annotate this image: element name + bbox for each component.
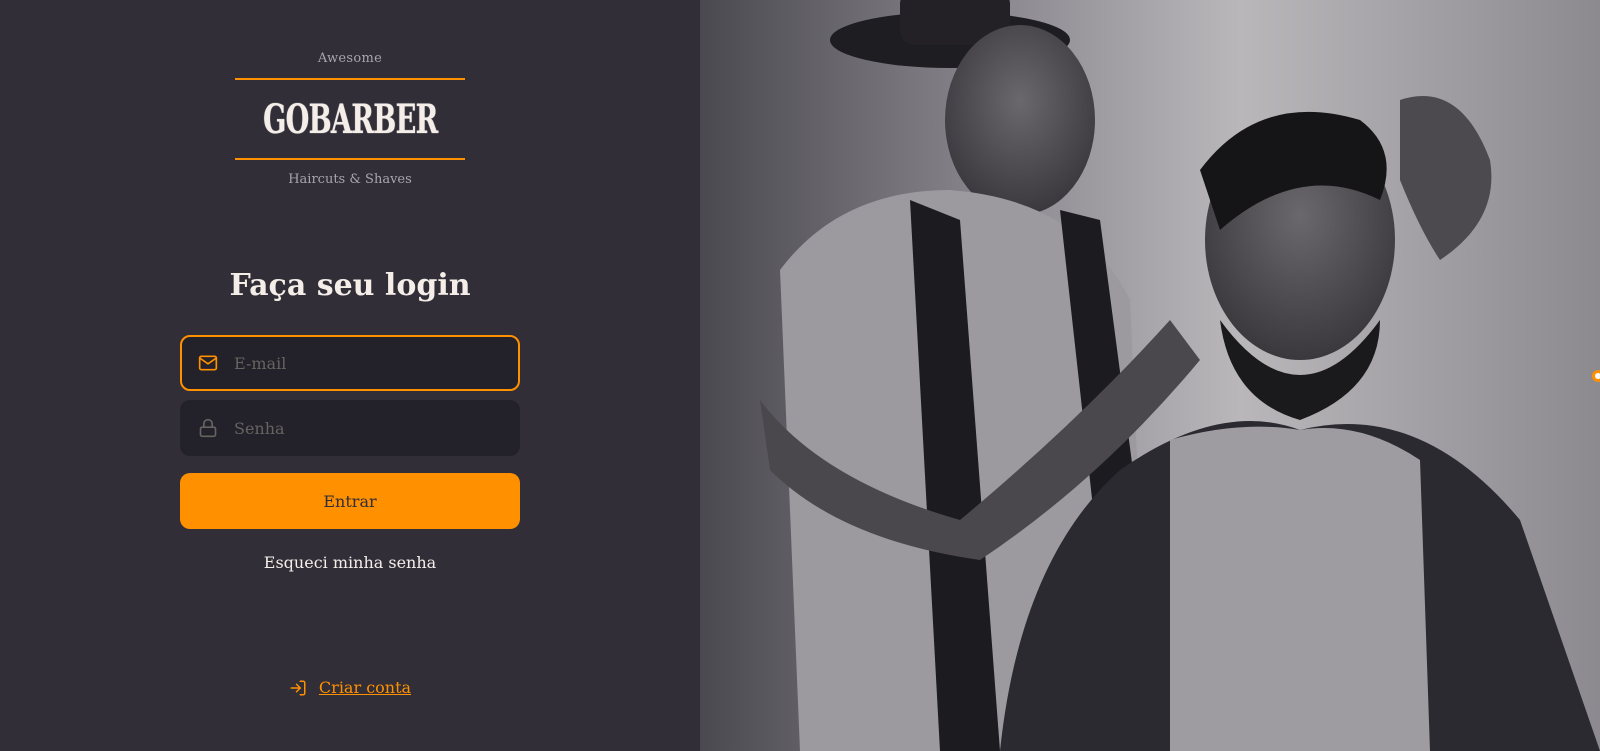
email-field[interactable] bbox=[180, 335, 520, 391]
logo-top-text: Awesome bbox=[317, 51, 383, 66]
forgot-password-link[interactable]: Esqueci minha senha bbox=[180, 553, 520, 572]
create-account-label: Criar conta bbox=[318, 678, 412, 697]
logo-brand-row: GOBARBER bbox=[235, 80, 465, 158]
log-in-icon bbox=[290, 680, 306, 695]
barber-photo bbox=[700, 0, 1600, 751]
password-field[interactable] bbox=[180, 400, 520, 456]
barber-background-image bbox=[700, 0, 1600, 751]
lock-icon bbox=[198, 418, 218, 438]
password-input[interactable] bbox=[234, 418, 502, 438]
mail-icon bbox=[198, 353, 218, 373]
login-panel: Awesome GOBARBER Haircuts & Shaves Faça … bbox=[0, 0, 700, 751]
gobarber-logo: Awesome GOBARBER Haircuts & Shaves bbox=[235, 48, 465, 198]
email-input[interactable] bbox=[234, 353, 502, 373]
create-account-link[interactable]: Criar conta bbox=[180, 678, 520, 697]
logo-divider-bottom bbox=[235, 158, 465, 160]
edge-indicator bbox=[1592, 370, 1600, 382]
login-button[interactable]: Entrar bbox=[180, 473, 520, 529]
page-title: Faça seu login bbox=[229, 268, 471, 303]
logo-brand: GOBARBER bbox=[262, 95, 438, 143]
logo-bottom-text: Haircuts & Shaves bbox=[288, 172, 412, 187]
